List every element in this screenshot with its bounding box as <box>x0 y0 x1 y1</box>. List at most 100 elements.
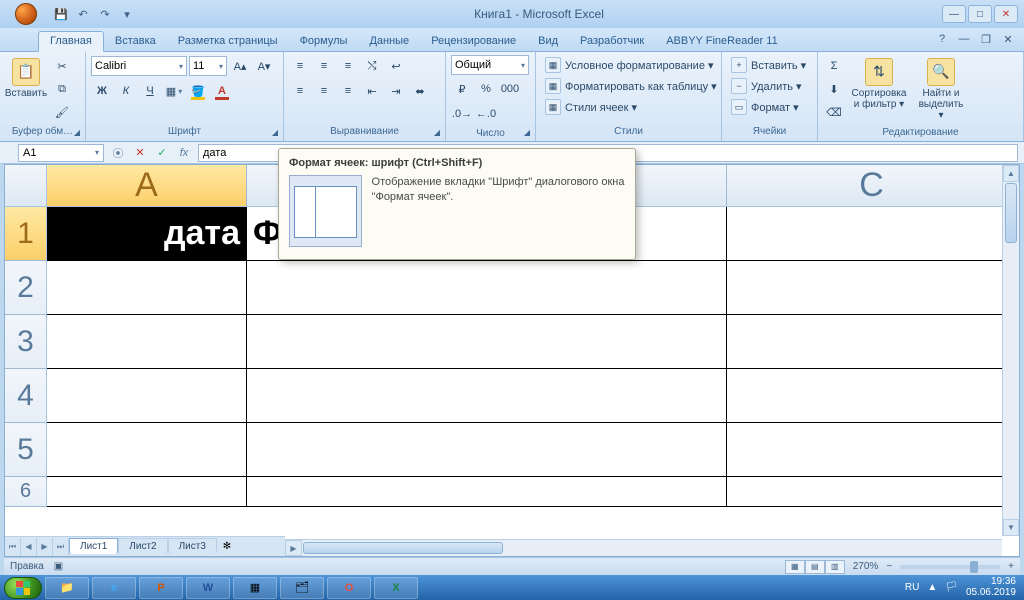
close-button[interactable]: ✕ <box>994 5 1018 23</box>
new-sheet-icon[interactable]: ✻ <box>217 541 237 552</box>
zoom-in-icon[interactable]: + <box>1008 561 1014 572</box>
percent-format-icon[interactable]: % <box>475 78 497 100</box>
cut-icon[interactable]: ✂ <box>51 55 73 77</box>
clipboard-launcher-icon[interactable]: ◢ <box>71 128 83 140</box>
cell-a2[interactable] <box>47 261 247 315</box>
cell-c6[interactable] <box>727 477 1017 507</box>
taskbar-opera-icon[interactable]: O <box>327 577 371 599</box>
sheet-nav-last-icon[interactable]: ⏭ <box>53 538 69 556</box>
scroll-right-icon[interactable]: ▶ <box>285 540 302 556</box>
vertical-scrollbar[interactable]: ▲ ▼ <box>1002 165 1019 536</box>
taskbar-folder-icon[interactable]: 🗂 <box>280 577 324 599</box>
wrap-text-icon[interactable]: ↩ <box>385 55 407 77</box>
merge-center-icon[interactable]: ⬌ <box>409 80 431 102</box>
number-format-select[interactable]: Общий▾ <box>451 55 529 75</box>
tab-view[interactable]: Вид <box>527 32 569 51</box>
sheet-tab-1[interactable]: Лист1 <box>69 538 118 554</box>
cell-c4[interactable] <box>727 369 1017 423</box>
col-header-c[interactable]: C <box>727 165 1017 206</box>
sheet-tab-2[interactable]: Лист2 <box>118 538 167 554</box>
fill-color-icon[interactable]: 🪣 <box>187 80 209 102</box>
accounting-format-icon[interactable]: ₽ <box>451 78 473 100</box>
select-all-corner[interactable] <box>5 165 47 206</box>
view-layout-icon[interactable]: ▤ <box>805 560 825 574</box>
cell-a4[interactable] <box>47 369 247 423</box>
comma-format-icon[interactable]: 000 <box>499 78 521 100</box>
scroll-thumb-h[interactable] <box>303 542 503 554</box>
copy-icon[interactable]: ⧉ <box>51 78 73 100</box>
help-icon[interactable]: ? <box>934 31 950 47</box>
insert-cells-button[interactable]: +Вставить ▾ <box>727 55 810 75</box>
cell-c1[interactable] <box>727 207 1017 261</box>
font-name-select[interactable]: Calibri▾ <box>91 56 187 76</box>
workbook-close-icon[interactable]: ✕ <box>1000 31 1016 47</box>
align-bottom-icon[interactable]: ≡ <box>337 55 359 77</box>
tab-abbyy[interactable]: ABBYY FineReader 11 <box>655 32 789 51</box>
cell-c5[interactable] <box>727 423 1017 477</box>
underline-button[interactable]: Ч <box>139 80 161 102</box>
tray-icon[interactable]: ▲ <box>927 582 937 593</box>
increase-decimal-icon[interactable]: .0→ <box>451 103 473 125</box>
undo-icon[interactable]: ↶ <box>74 5 92 23</box>
cell-b3[interactable] <box>247 315 727 369</box>
view-normal-icon[interactable]: ▦ <box>785 560 805 574</box>
cell-b2[interactable] <box>247 261 727 315</box>
align-left-icon[interactable]: ≡ <box>289 80 311 102</box>
grow-font-icon[interactable]: A▴ <box>229 55 251 77</box>
scroll-thumb-v[interactable] <box>1005 183 1017 243</box>
start-button[interactable] <box>4 577 42 599</box>
cell-b6[interactable] <box>247 477 727 507</box>
italic-button[interactable]: К <box>115 80 137 102</box>
font-launcher-icon[interactable]: ◢ <box>269 128 281 140</box>
sheet-nav-first-icon[interactable]: ⏮ <box>5 538 21 556</box>
cell-b5[interactable] <box>247 423 727 477</box>
font-color-icon[interactable]: A <box>211 80 233 102</box>
expand-formula-icon[interactable]: ⦿ <box>110 145 126 161</box>
sheet-tab-3[interactable]: Лист3 <box>168 538 217 554</box>
sheet-nav-prev-icon[interactable]: ◀ <box>21 538 37 556</box>
row-header-6[interactable]: 6 <box>5 477 47 507</box>
macro-record-icon[interactable]: ▣ <box>54 561 63 572</box>
language-indicator[interactable]: RU <box>905 582 919 593</box>
increase-indent-icon[interactable]: ⇥ <box>385 80 407 102</box>
taskbar-explorer-icon[interactable]: 📁 <box>45 577 89 599</box>
font-size-select[interactable]: 11▾ <box>189 56 227 76</box>
tab-home[interactable]: Главная <box>38 31 104 52</box>
cell-c3[interactable] <box>727 315 1017 369</box>
row-header-2[interactable]: 2 <box>5 261 47 315</box>
cell-a6[interactable] <box>47 477 247 507</box>
row-header-4[interactable]: 4 <box>5 369 47 423</box>
row-header-5[interactable]: 5 <box>5 423 47 477</box>
minimize-button[interactable]: — <box>942 5 966 23</box>
borders-icon[interactable]: ▦▾ <box>163 80 185 102</box>
office-button[interactable] <box>4 1 48 27</box>
delete-cells-button[interactable]: −Удалить ▾ <box>727 76 810 96</box>
tab-developer[interactable]: Разработчик <box>569 32 655 51</box>
decrease-decimal-icon[interactable]: ←.0 <box>475 103 497 125</box>
view-pagebreak-icon[interactable]: ▥ <box>825 560 845 574</box>
cell-a5[interactable] <box>47 423 247 477</box>
cell-styles-button[interactable]: ▦Стили ячеек ▾ <box>541 97 721 117</box>
align-top-icon[interactable]: ≡ <box>289 55 311 77</box>
alignment-launcher-icon[interactable]: ◢ <box>431 128 443 140</box>
shrink-font-icon[interactable]: A▾ <box>253 55 275 77</box>
paste-button[interactable]: 📋 Вставить <box>5 55 47 102</box>
tab-review[interactable]: Рецензирование <box>420 32 527 51</box>
cell-c2[interactable] <box>727 261 1017 315</box>
cell-a1[interactable]: дата <box>47 207 247 261</box>
cell-a3[interactable] <box>47 315 247 369</box>
format-cells-button[interactable]: ▭Формат ▾ <box>727 97 810 117</box>
tab-formulas[interactable]: Формулы <box>289 32 359 51</box>
save-icon[interactable]: 💾 <box>52 5 70 23</box>
cell-b4[interactable] <box>247 369 727 423</box>
zoom-slider[interactable] <box>900 565 1000 569</box>
enter-formula-icon[interactable]: ✓ <box>154 145 170 161</box>
taskbar-ie-icon[interactable]: e <box>92 577 136 599</box>
zoom-out-icon[interactable]: − <box>886 561 892 572</box>
sheet-nav-next-icon[interactable]: ▶ <box>37 538 53 556</box>
align-right-icon[interactable]: ≡ <box>337 80 359 102</box>
number-launcher-icon[interactable]: ◢ <box>521 128 533 140</box>
cancel-formula-icon[interactable]: ✕ <box>132 145 148 161</box>
taskbar-clock[interactable]: 19:36 05.06.2019 <box>966 577 1020 598</box>
format-as-table-button[interactable]: ▦Форматировать как таблицу ▾ <box>541 76 721 96</box>
